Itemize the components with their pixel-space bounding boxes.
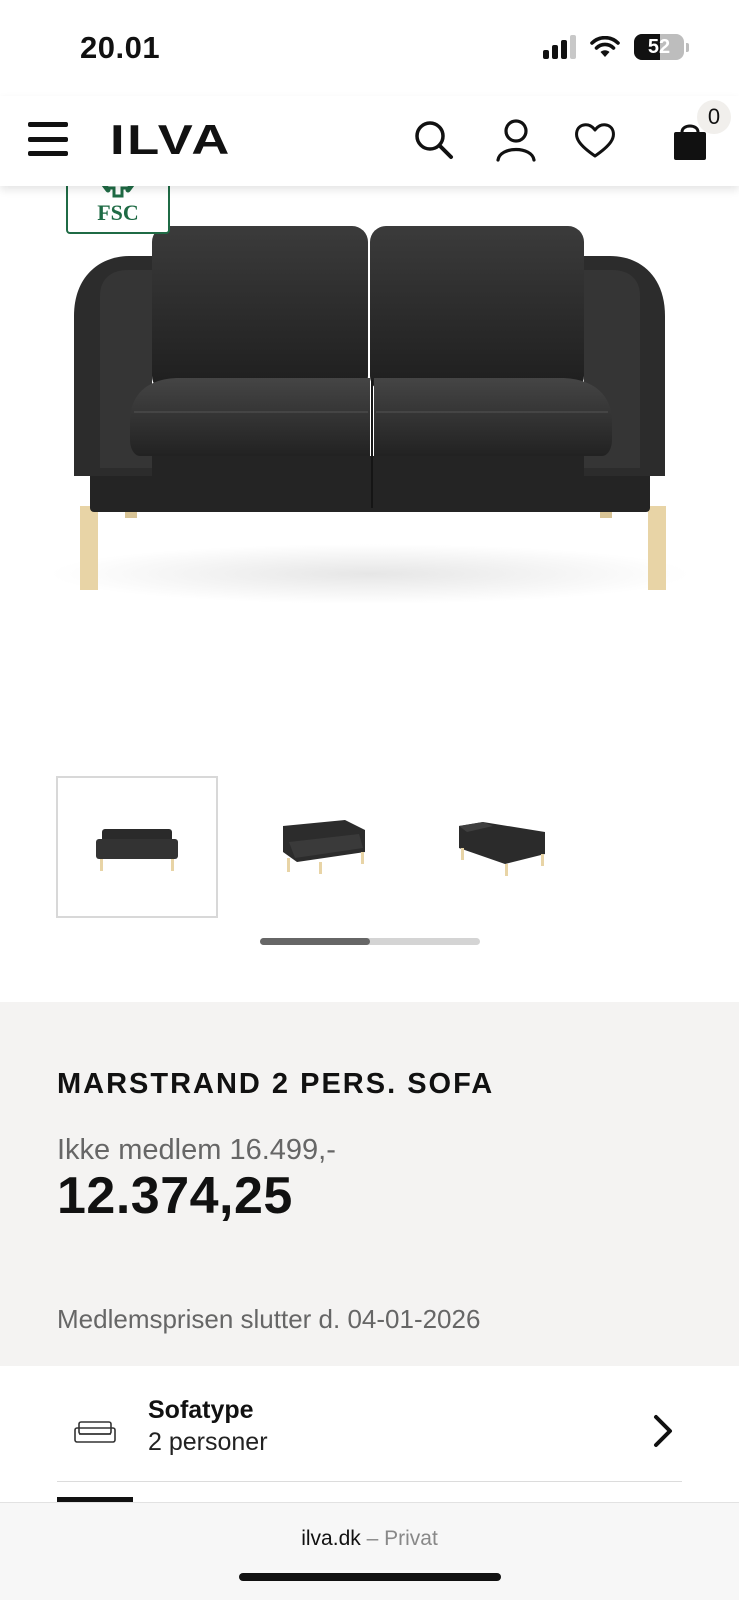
member-price-end-date: Medlemsprisen slutter d. 04-01-2026 <box>57 1304 481 1334</box>
battery-icon: 52 <box>634 34 684 60</box>
fsc-label: FSC <box>97 200 139 225</box>
heart-icon[interactable] <box>573 118 617 162</box>
product-type: 2 PERS. SOFA <box>261 1068 495 1100</box>
browsing-mode: – Privat <box>360 1527 438 1550</box>
url-display[interactable]: ilva.dk – Privat <box>0 1527 739 1551</box>
menu-icon[interactable] <box>28 122 68 156</box>
url-domain: ilva.dk <box>301 1527 361 1550</box>
sofatype-option[interactable]: Sofatype 2 personer <box>57 1384 682 1482</box>
status-bar: 20.01 52 <box>0 0 739 96</box>
product-main-image[interactable]: FSC <box>0 186 739 746</box>
signal-icon <box>543 35 576 59</box>
fsc-badge: FSC <box>66 186 170 234</box>
member-price: 12.374,25 <box>57 1167 293 1225</box>
product-title: MARSTRAND 2 PERS. SOFA <box>57 1068 494 1101</box>
home-indicator[interactable] <box>239 1573 501 1581</box>
search-icon[interactable] <box>412 118 456 162</box>
gallery-scrollbar-thumb[interactable] <box>260 938 370 945</box>
product-info-panel: MARSTRAND 2 PERS. SOFA Ikke medlem 16.49… <box>0 1002 739 1366</box>
chevron-right-icon[interactable] <box>652 1414 674 1448</box>
status-icons: 52 <box>543 34 689 60</box>
thumbnail-angle-left[interactable] <box>234 776 412 918</box>
option-value: 2 personer <box>148 1428 268 1456</box>
account-icon[interactable] <box>494 118 538 162</box>
status-time: 20.01 <box>80 30 161 65</box>
option-title: Sofatype <box>148 1396 254 1424</box>
sofa-image <box>50 226 690 604</box>
cart-count-badge[interactable]: 0 <box>697 100 731 134</box>
sofa-outline-icon <box>74 1421 116 1443</box>
ilva-logo[interactable]: ILVA <box>110 116 232 164</box>
battery-level: 52 <box>647 35 671 58</box>
product-name: MARSTRAND <box>57 1068 262 1100</box>
thumbnail-front[interactable] <box>56 776 218 918</box>
thumbnail-back-angle[interactable] <box>412 776 590 918</box>
site-header: ILVA 0 <box>0 96 739 186</box>
browser-address-bar[interactable]: ilva.dk – Privat <box>0 1502 739 1600</box>
fsc-tree-icon <box>101 186 135 198</box>
wifi-icon <box>590 36 620 57</box>
non-member-price: Ikke medlem 16.499,- <box>57 1134 336 1166</box>
thumbnail-gallery <box>56 776 682 918</box>
gallery-scrollbar[interactable] <box>260 938 480 945</box>
thumbnail-sofa-set[interactable] <box>590 776 682 918</box>
